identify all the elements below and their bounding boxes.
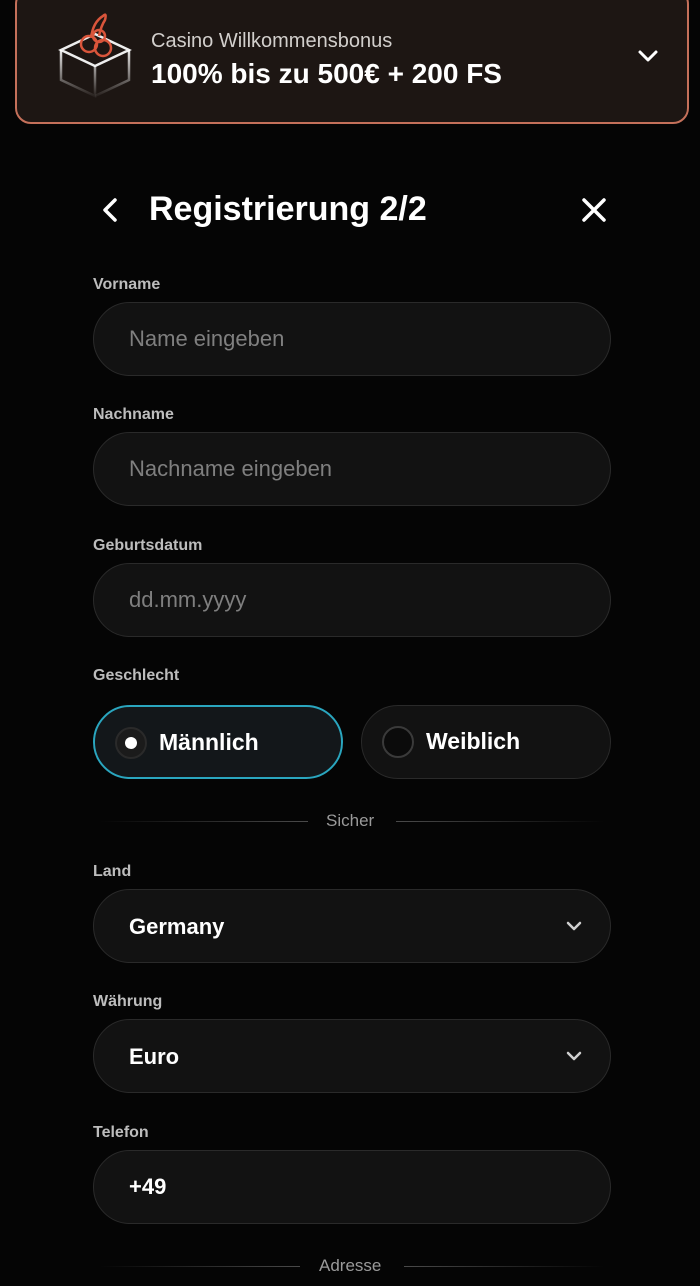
country-value: Germany: [129, 914, 225, 939]
divider-line: [404, 1266, 604, 1267]
gift-box-icon: [58, 13, 132, 98]
gender-option-female[interactable]: Weiblich: [361, 705, 611, 779]
gender-option-male[interactable]: Männlich: [93, 705, 343, 779]
birthdate-input[interactable]: [93, 563, 611, 637]
currency-select[interactable]: Euro: [93, 1019, 611, 1093]
phone-input[interactable]: [93, 1150, 611, 1224]
gender-option-label: Weiblich: [426, 728, 521, 754]
first-name-input[interactable]: [93, 302, 611, 376]
country-select[interactable]: Germany: [93, 889, 611, 963]
divider-line: [100, 1266, 300, 1267]
radio-checked-icon: [115, 727, 147, 759]
close-button[interactable]: [576, 192, 612, 228]
first-name-label: Vorname: [93, 276, 161, 293]
currency-value: Euro: [129, 1044, 180, 1069]
phone-label: Telefon: [93, 1124, 149, 1141]
currency-label: Währung: [93, 993, 163, 1010]
page-title: Registrierung 2/2: [149, 190, 427, 228]
country-label: Land: [93, 863, 132, 880]
last-name-label: Nachname: [93, 406, 174, 423]
chevron-down-icon: [566, 921, 582, 931]
chevron-down-icon[interactable]: [635, 46, 661, 66]
gender-option-label: Männlich: [159, 729, 259, 755]
birthdate-label: Geburtsdatum: [93, 537, 203, 554]
bonus-banner[interactable]: Casino Willkommensbonus 100% bis zu 500€…: [15, 0, 689, 124]
divider-line: [396, 821, 604, 822]
bonus-title: 100% bis zu 500€ + 200 FS: [151, 58, 502, 89]
divider-line: [100, 821, 308, 822]
last-name-input[interactable]: [93, 432, 611, 506]
divider-address-label: Adresse: [319, 1256, 382, 1275]
chevron-down-icon: [566, 1051, 582, 1061]
radio-unchecked-icon: [382, 726, 414, 758]
divider-secure-label: Sicher: [326, 811, 375, 830]
bonus-subtitle: Casino Willkommensbonus: [151, 30, 393, 52]
back-button[interactable]: [94, 192, 126, 228]
gender-label: Geschlecht: [93, 667, 180, 684]
